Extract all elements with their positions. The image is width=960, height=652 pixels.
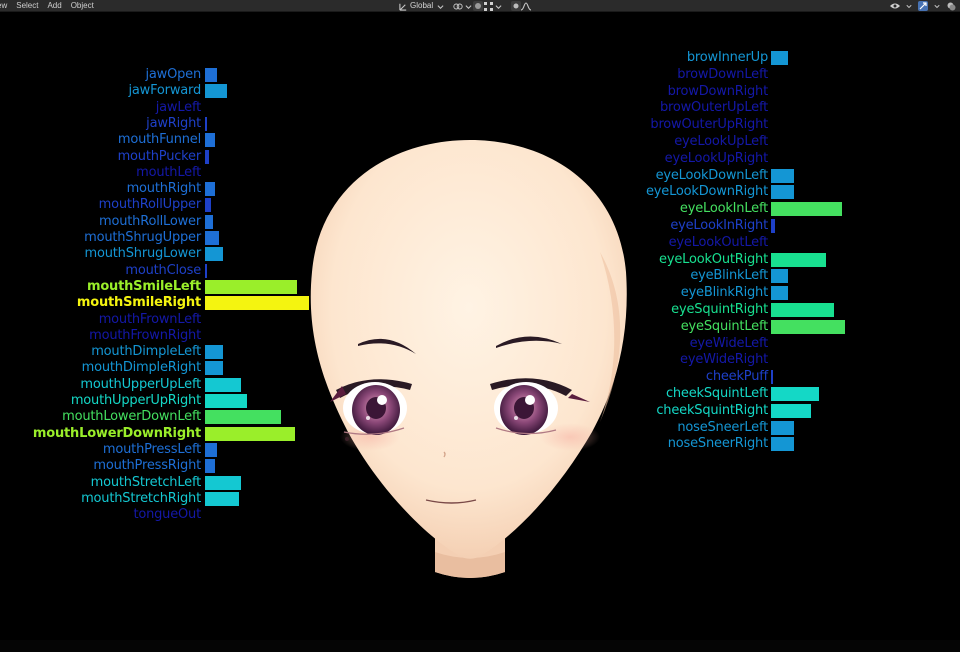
blendshape-bar	[205, 491, 239, 506]
menu-object[interactable]: Object	[71, 0, 94, 12]
blendshape-row: cheekSquintLeft	[0, 386, 960, 402]
blendshape-row: eyeBlinkRight	[0, 285, 960, 301]
blendshape-row: cheekSquintRight	[0, 403, 960, 419]
blendshape-row: eyeBlinkLeft	[0, 268, 960, 284]
header-right-tools	[886, 0, 956, 12]
blendshape-label: browInnerUp	[686, 50, 768, 65]
blendshape-bar	[771, 370, 773, 385]
blendshape-label: eyeSquintRight	[671, 302, 768, 317]
blendshape-row: eyeLookUpRight	[0, 151, 960, 167]
blendshape-label: tongueOut	[133, 507, 201, 523]
blendshape-label: eyeBlinkLeft	[690, 268, 768, 284]
blendshape-row: noseSneerLeft	[0, 420, 960, 436]
chevron-down-icon[interactable]	[435, 1, 445, 11]
chevron-down-icon[interactable]	[463, 1, 473, 11]
blendshape-label: cheekSquintLeft	[665, 386, 768, 401]
header-menu: ew Select Add Object	[0, 0, 103, 12]
blendshape-label: mouthPressRight	[93, 458, 201, 474]
3d-viewport[interactable]: jawOpen jawForward jawLeft jawRight mouthFun…	[0, 12, 960, 652]
blendshape-label: mouthStretchLeft	[90, 474, 202, 490]
blendshape-label: eyeLookUpLeft	[674, 134, 768, 149]
blendshape-bar	[771, 387, 819, 401]
blendshape-label: eyeLookInRight	[670, 218, 768, 233]
blendshape-row: noseSneerRight	[0, 436, 960, 452]
blendshape-row: eyeWideRight	[0, 352, 960, 368]
blendshape-label: eyeBlinkRight	[680, 285, 768, 301]
blendshape-bar	[771, 420, 794, 435]
blendshape-bar	[771, 269, 788, 284]
blendshape-label: mouthStretchRight	[81, 490, 201, 506]
transform-orientation-dropdown[interactable]: Global	[410, 0, 433, 12]
menu-select[interactable]: Select	[16, 0, 38, 12]
blendshape-label: eyeLookDownLeft	[655, 167, 769, 183]
visibility-icon[interactable]	[890, 1, 900, 11]
overlays-icon[interactable]	[946, 1, 956, 11]
blendshape-label: eyeSquintLeft	[680, 318, 768, 334]
blendshape-label: eyeWideLeft	[689, 335, 769, 351]
blendshape-bar	[771, 286, 788, 301]
blendshape-bar	[771, 51, 788, 65]
blendshape-bar	[771, 403, 811, 418]
blendshape-label: browDownRight	[667, 83, 769, 99]
blendshape-row: eyeLookInLeft	[0, 201, 960, 217]
blendshape-label: eyeLookInLeft	[679, 201, 768, 217]
proportional-edit-icon[interactable]	[511, 1, 522, 11]
menu-add[interactable]: Add	[47, 0, 61, 12]
snap-grid-icon[interactable]	[483, 1, 493, 11]
blendshape-bar	[771, 168, 794, 183]
blendshape-bar	[771, 319, 845, 334]
blendshape-label: eyeWideRight	[680, 352, 768, 368]
pivot-point-icon[interactable]	[453, 1, 463, 11]
transform-toolbar: Global	[398, 0, 532, 12]
blendshape-row: browOuterUpLeft	[0, 100, 960, 116]
viewport-footer	[0, 640, 960, 652]
blendshape-row: eyeLookInRight	[0, 218, 960, 234]
blendshape-label: eyeLookOutRight	[659, 251, 768, 267]
blendshape-label: eyeLookDownRight	[645, 184, 768, 200]
blendshape-row: eyeLookUpLeft	[0, 134, 960, 150]
blendshape-bar	[771, 219, 775, 233]
blendshape-row: cheekPuff	[0, 369, 960, 385]
blendshape-row: browOuterUpRight	[0, 117, 960, 133]
blendshape-row: mouthPressRight	[0, 458, 960, 474]
blendshape-row: eyeLookDownLeft	[0, 168, 960, 184]
blendshape-row: eyeSquintLeft	[0, 319, 960, 335]
blendshape-row: eyeLookOutLeft	[0, 235, 960, 251]
blendshape-row: tongueOut	[0, 507, 960, 523]
blendshape-label: eyeLookUpRight	[664, 150, 769, 166]
blendshape-row: eyeWideLeft	[0, 336, 960, 352]
transform-orientation-icon[interactable]	[398, 1, 408, 11]
blendshape-label: browOuterUpLeft	[659, 100, 768, 116]
blendshape-row: eyeLookOutRight	[0, 252, 960, 268]
blendshape-bar	[205, 475, 241, 490]
gizmo-toggle-icon[interactable]	[918, 1, 928, 11]
snap-toggle-icon[interactable]	[473, 1, 484, 11]
blendshape-row: browDownRight	[0, 84, 960, 100]
blendshape-bar	[771, 202, 842, 217]
blendshape-label: cheekSquintRight	[656, 402, 768, 418]
blendshape-label: cheekPuff	[705, 369, 768, 385]
blendshape-row: eyeLookDownRight	[0, 184, 960, 200]
blendshape-bar	[771, 185, 794, 200]
blendshape-row: eyeSquintRight	[0, 302, 960, 318]
viewport-header: ew Select Add Object Global	[0, 0, 960, 12]
blendshape-row: browDownLeft	[0, 67, 960, 83]
chevron-down-icon[interactable]	[904, 1, 914, 11]
blendshape-label: noseSneerLeft	[677, 419, 768, 435]
blendshape-bar	[771, 252, 826, 267]
falloff-curve-icon[interactable]	[521, 1, 532, 11]
menu-view[interactable]: ew	[0, 0, 7, 12]
chevron-down-icon[interactable]	[932, 1, 942, 11]
blendshape-bar	[771, 437, 794, 452]
blendshape-bar	[205, 459, 215, 474]
blendshape-row: browInnerUp	[0, 50, 960, 66]
blendshape-label: noseSneerRight	[667, 436, 768, 452]
blendshape-row: mouthStretchRight	[0, 491, 960, 507]
blendshape-label: browOuterUpRight	[650, 117, 768, 133]
blendshape-label: eyeLookOutLeft	[668, 234, 769, 250]
blendshape-label: browDownLeft	[677, 66, 768, 82]
chevron-down-icon[interactable]	[493, 1, 503, 11]
blendshape-bar	[771, 303, 834, 317]
blendshape-row: mouthStretchLeft	[0, 475, 960, 491]
